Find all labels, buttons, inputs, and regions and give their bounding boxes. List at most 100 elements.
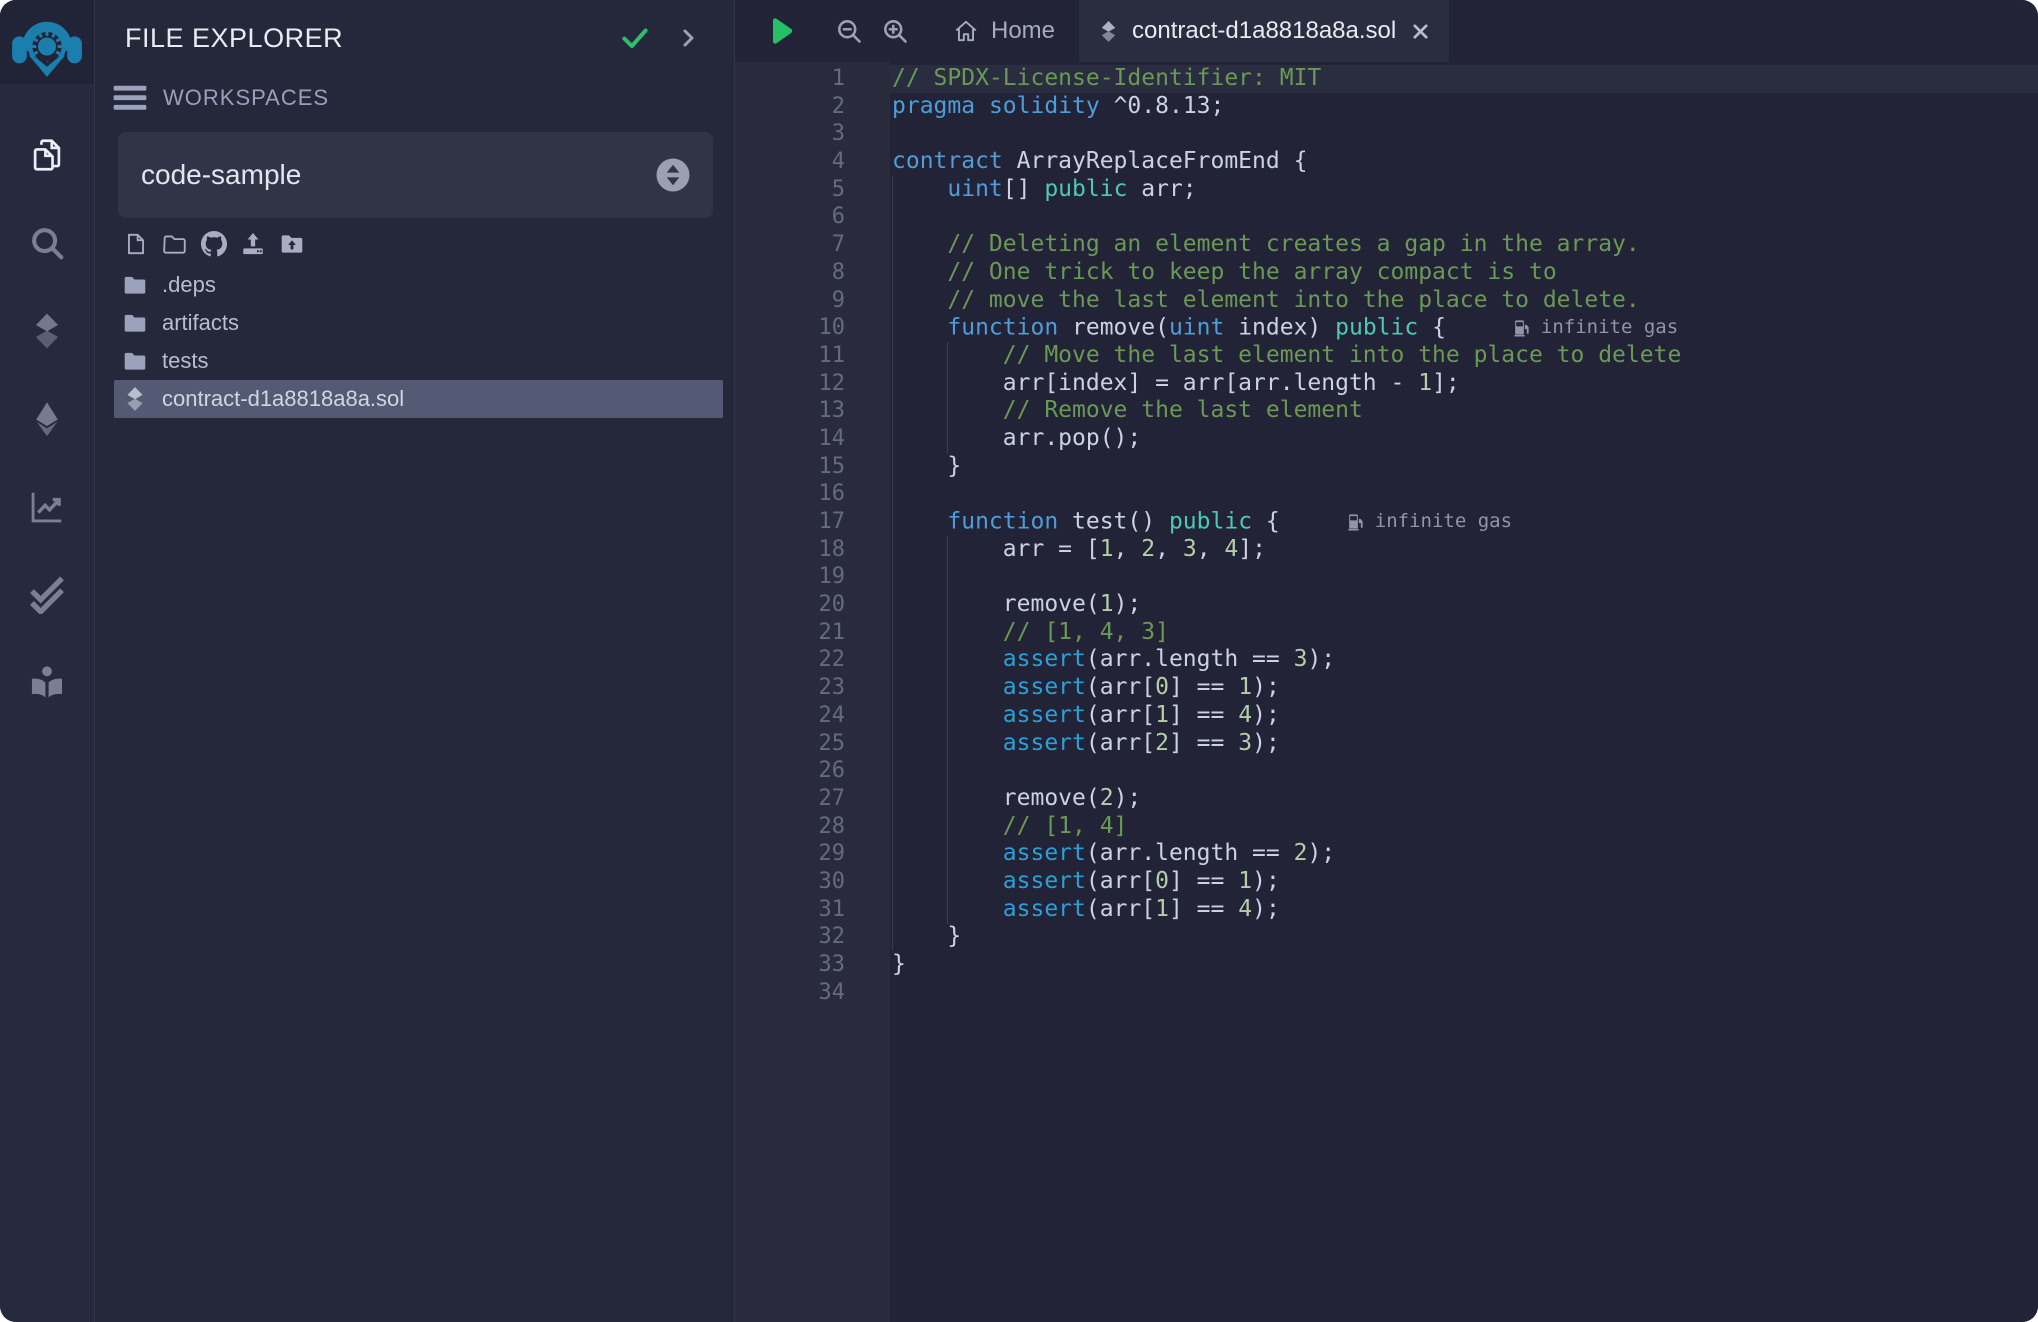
sidebar-item-deploy-and-run[interactable] [23, 396, 71, 442]
zoom-out-button[interactable] [835, 17, 863, 45]
line-number[interactable]: 23 [735, 674, 890, 702]
code-line-content[interactable]: arr.pop(); [890, 425, 2038, 453]
tab-contract-file[interactable]: contract-d1a8818a8a.sol [1079, 0, 1449, 62]
code-line-content[interactable]: assert(arr[1] == 4); [890, 896, 2038, 924]
code-line-9[interactable]: 9 // move the last element into the plac… [735, 287, 2038, 315]
line-number[interactable]: 30 [735, 868, 890, 896]
code-line-16[interactable]: 16 [735, 480, 2038, 508]
code-line-33[interactable]: 33} [735, 951, 2038, 979]
code-line-13[interactable]: 13 // Remove the last element [735, 397, 2038, 425]
code-line-29[interactable]: 29 assert(arr.length == 2); [735, 840, 2038, 868]
code-line-content[interactable]: // Remove the last element [890, 397, 2038, 425]
code-line-4[interactable]: 4contract ArrayReplaceFromEnd { [735, 148, 2038, 176]
code-line-content[interactable]: assert(arr[0] == 1); [890, 868, 2038, 896]
code-line-24[interactable]: 24 assert(arr[1] == 4); [735, 702, 2038, 730]
line-number[interactable]: 33 [735, 951, 890, 979]
upload-folder-button[interactable] [279, 231, 305, 257]
code-line-17[interactable]: 17 function test() public {infinite gas [735, 508, 2038, 536]
line-number[interactable]: 28 [735, 813, 890, 841]
code-line-32[interactable]: 32 } [735, 923, 2038, 951]
run-script-button[interactable] [765, 15, 797, 47]
code-editor[interactable]: 1// SPDX-License-Identifier: MIT2pragma … [735, 62, 2038, 1322]
remix-logo[interactable] [0, 0, 94, 84]
code-line-content[interactable] [890, 120, 2038, 148]
tree-item-tests[interactable]: tests [114, 342, 723, 380]
code-line-2[interactable]: 2pragma solidity ^0.8.13; [735, 93, 2038, 121]
code-line-content[interactable]: // One trick to keep the array compact i… [890, 259, 2038, 287]
tab-home[interactable]: Home [929, 0, 1079, 62]
code-line-content[interactable]: // Move the last element into the place … [890, 342, 2038, 370]
code-line-content[interactable] [890, 203, 2038, 231]
code-line-content[interactable]: remove(1); [890, 591, 2038, 619]
code-line-content[interactable]: arr[index] = arr[arr.length - 1]; [890, 370, 2038, 398]
line-number[interactable]: 32 [735, 923, 890, 951]
sidebar-item-unit-testing[interactable] [23, 572, 71, 618]
code-line-10[interactable]: 10 function remove(uint index) public {i… [735, 314, 2038, 342]
code-line-18[interactable]: 18 arr = [1, 2, 3, 4]; [735, 536, 2038, 564]
code-line-content[interactable]: assert(arr.length == 3); [890, 646, 2038, 674]
line-number[interactable]: 11 [735, 342, 890, 370]
line-number[interactable]: 6 [735, 203, 890, 231]
code-line-content[interactable]: assert(arr[2] == 3); [890, 730, 2038, 758]
line-number[interactable]: 24 [735, 702, 890, 730]
code-line-content[interactable]: contract ArrayReplaceFromEnd { [890, 148, 2038, 176]
line-number[interactable]: 4 [735, 148, 890, 176]
code-line-content[interactable]: // move the last element into the place … [890, 287, 2038, 315]
code-line-15[interactable]: 15 } [735, 453, 2038, 481]
line-number[interactable]: 25 [735, 730, 890, 758]
line-number[interactable]: 1 [735, 65, 890, 93]
code-line-content[interactable]: } [890, 453, 2038, 481]
expand-button[interactable] [676, 26, 700, 50]
code-line-content[interactable]: // [1, 4] [890, 813, 2038, 841]
code-line-30[interactable]: 30 assert(arr[0] == 1); [735, 868, 2038, 896]
code-line-23[interactable]: 23 assert(arr[0] == 1); [735, 674, 2038, 702]
code-line-6[interactable]: 6 [735, 203, 2038, 231]
code-line-content[interactable]: } [890, 951, 2038, 979]
code-line-content[interactable] [890, 563, 2038, 591]
code-line-content[interactable]: // [1, 4, 3] [890, 619, 2038, 647]
workspace-select[interactable]: code-sample [118, 132, 713, 218]
line-number[interactable]: 15 [735, 453, 890, 481]
code-line-28[interactable]: 28 // [1, 4] [735, 813, 2038, 841]
code-line-content[interactable]: pragma solidity ^0.8.13; [890, 93, 2038, 121]
code-line-8[interactable]: 8 // One trick to keep the array compact… [735, 259, 2038, 287]
line-number[interactable]: 9 [735, 287, 890, 315]
code-line-11[interactable]: 11 // Move the last element into the pla… [735, 342, 2038, 370]
code-line-27[interactable]: 27 remove(2); [735, 785, 2038, 813]
line-number[interactable]: 31 [735, 896, 890, 924]
create-new-file-button[interactable] [123, 231, 149, 257]
line-number[interactable]: 19 [735, 563, 890, 591]
line-number[interactable]: 7 [735, 231, 890, 259]
code-line-content[interactable]: // Deleting an element creates a gap in … [890, 231, 2038, 259]
code-line-22[interactable]: 22 assert(arr.length == 3); [735, 646, 2038, 674]
code-line-31[interactable]: 31 assert(arr[1] == 4); [735, 896, 2038, 924]
line-number[interactable]: 10 [735, 314, 890, 342]
line-number[interactable]: 18 [735, 536, 890, 564]
tree-item-artifacts[interactable]: artifacts [114, 304, 723, 342]
sidebar-item-learneth[interactable] [23, 660, 71, 706]
code-line-26[interactable]: 26 [735, 757, 2038, 785]
publish-to-gist-button[interactable] [201, 231, 227, 257]
code-line-content[interactable]: arr = [1, 2, 3, 4]; [890, 536, 2038, 564]
upload-file-button[interactable] [240, 231, 266, 257]
line-number[interactable]: 2 [735, 93, 890, 121]
sidebar-item-search[interactable] [23, 220, 71, 266]
line-number[interactable]: 20 [735, 591, 890, 619]
line-number[interactable]: 14 [735, 425, 890, 453]
code-line-25[interactable]: 25 assert(arr[2] == 3); [735, 730, 2038, 758]
code-line-19[interactable]: 19 [735, 563, 2038, 591]
code-line-7[interactable]: 7 // Deleting an element creates a gap i… [735, 231, 2038, 259]
accept-button[interactable] [620, 23, 650, 53]
code-line-content[interactable]: assert(arr[0] == 1); [890, 674, 2038, 702]
line-number[interactable]: 13 [735, 397, 890, 425]
line-number[interactable]: 26 [735, 757, 890, 785]
code-line-14[interactable]: 14 arr.pop(); [735, 425, 2038, 453]
tree-item--deps[interactable]: .deps [114, 266, 723, 304]
line-number[interactable]: 3 [735, 120, 890, 148]
tree-item-contract-d1a8818a8a-sol[interactable]: contract-d1a8818a8a.sol [114, 380, 723, 418]
line-number[interactable]: 5 [735, 176, 890, 204]
sidebar-item-static-analysis[interactable] [23, 484, 71, 530]
code-line-34[interactable]: 34 [735, 979, 2038, 1007]
code-line-20[interactable]: 20 remove(1); [735, 591, 2038, 619]
line-number[interactable]: 17 [735, 508, 890, 536]
